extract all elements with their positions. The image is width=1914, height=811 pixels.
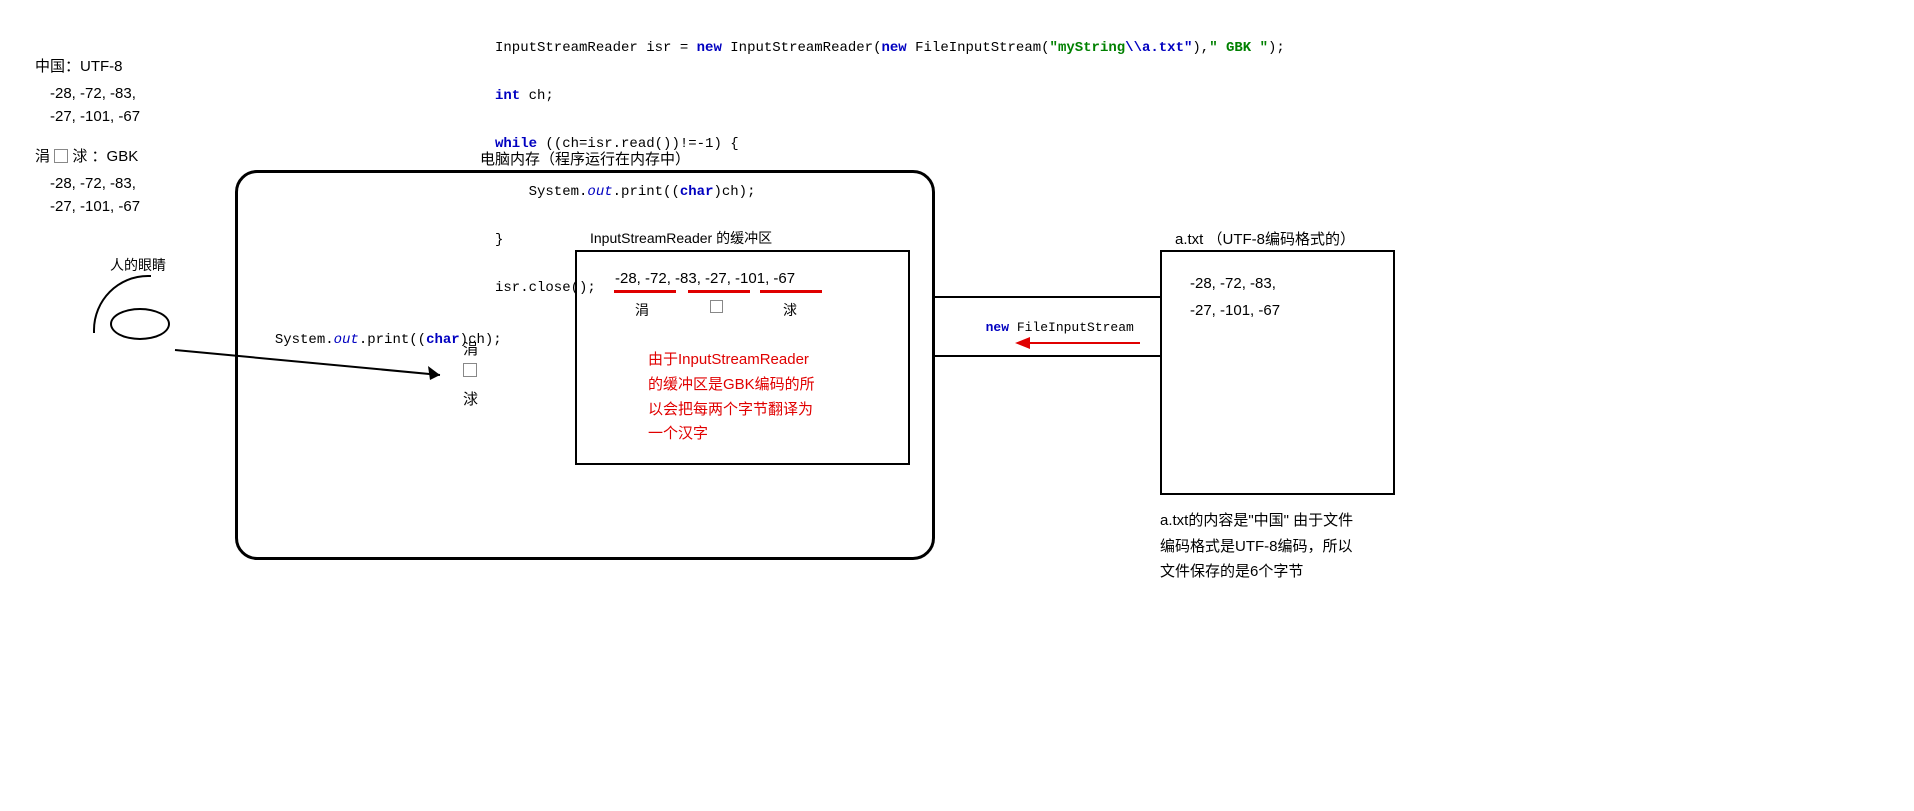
eye-label: 人的眼睛 <box>110 255 166 275</box>
output-char-3: 浗 <box>463 388 478 409</box>
code-line-2: int ch; <box>495 88 1285 104</box>
gbk-bytes-2: -27, -101, -67 <box>50 198 140 215</box>
gbk-label: 涓 浗 ：GBK <box>35 145 138 166</box>
output-char-1: 涓 <box>463 338 478 359</box>
buffer-explanation: 由于InputStreamReader 的缓冲区是GBK编码的所 以会把每两个字… <box>648 348 815 447</box>
file-notes: a.txt的内容是"中国" 由于文件 编码格式是UTF-8编码，所以 文件保存的… <box>1160 508 1353 585</box>
buffer-char-3: 浗 <box>783 300 797 320</box>
buffer-bytes: -28, -72, -83, -27, -101, -67 <box>615 270 795 287</box>
underline-2 <box>688 290 750 293</box>
connector-top <box>935 296 1160 298</box>
output-char-2 <box>463 363 477 380</box>
underline-3 <box>760 290 822 293</box>
memory-title: 电脑内存（程序运行在内存中） <box>480 148 690 169</box>
file-bytes-1: -28, -72, -83, <box>1190 275 1276 292</box>
buffer-char-2 <box>710 300 723 316</box>
underline-1 <box>614 290 676 293</box>
gbk-bytes-1: -28, -72, -83, <box>50 175 136 192</box>
arrow-file-to-memory <box>1010 333 1145 353</box>
utf8-bytes-2: -27, -101, -67 <box>50 108 140 125</box>
file-title: a.txt （UTF-8编码格式的） <box>1175 228 1355 249</box>
utf8-label: 中国：UTF-8 <box>35 55 123 76</box>
utf8-bytes-1: -28, -72, -83, <box>50 85 136 102</box>
file-bytes-2: -27, -101, -67 <box>1190 302 1280 319</box>
fileinputstream-label: new FileInputStream <box>970 305 1134 335</box>
buffer-char-1: 涓 <box>635 300 649 320</box>
code-line-1: InputStreamReader isr = new InputStreamR… <box>495 40 1285 56</box>
buffer-title: InputStreamReader 的缓冲区 <box>590 228 772 248</box>
connector-bottom <box>935 355 1160 357</box>
eye-oval-icon <box>110 308 170 340</box>
